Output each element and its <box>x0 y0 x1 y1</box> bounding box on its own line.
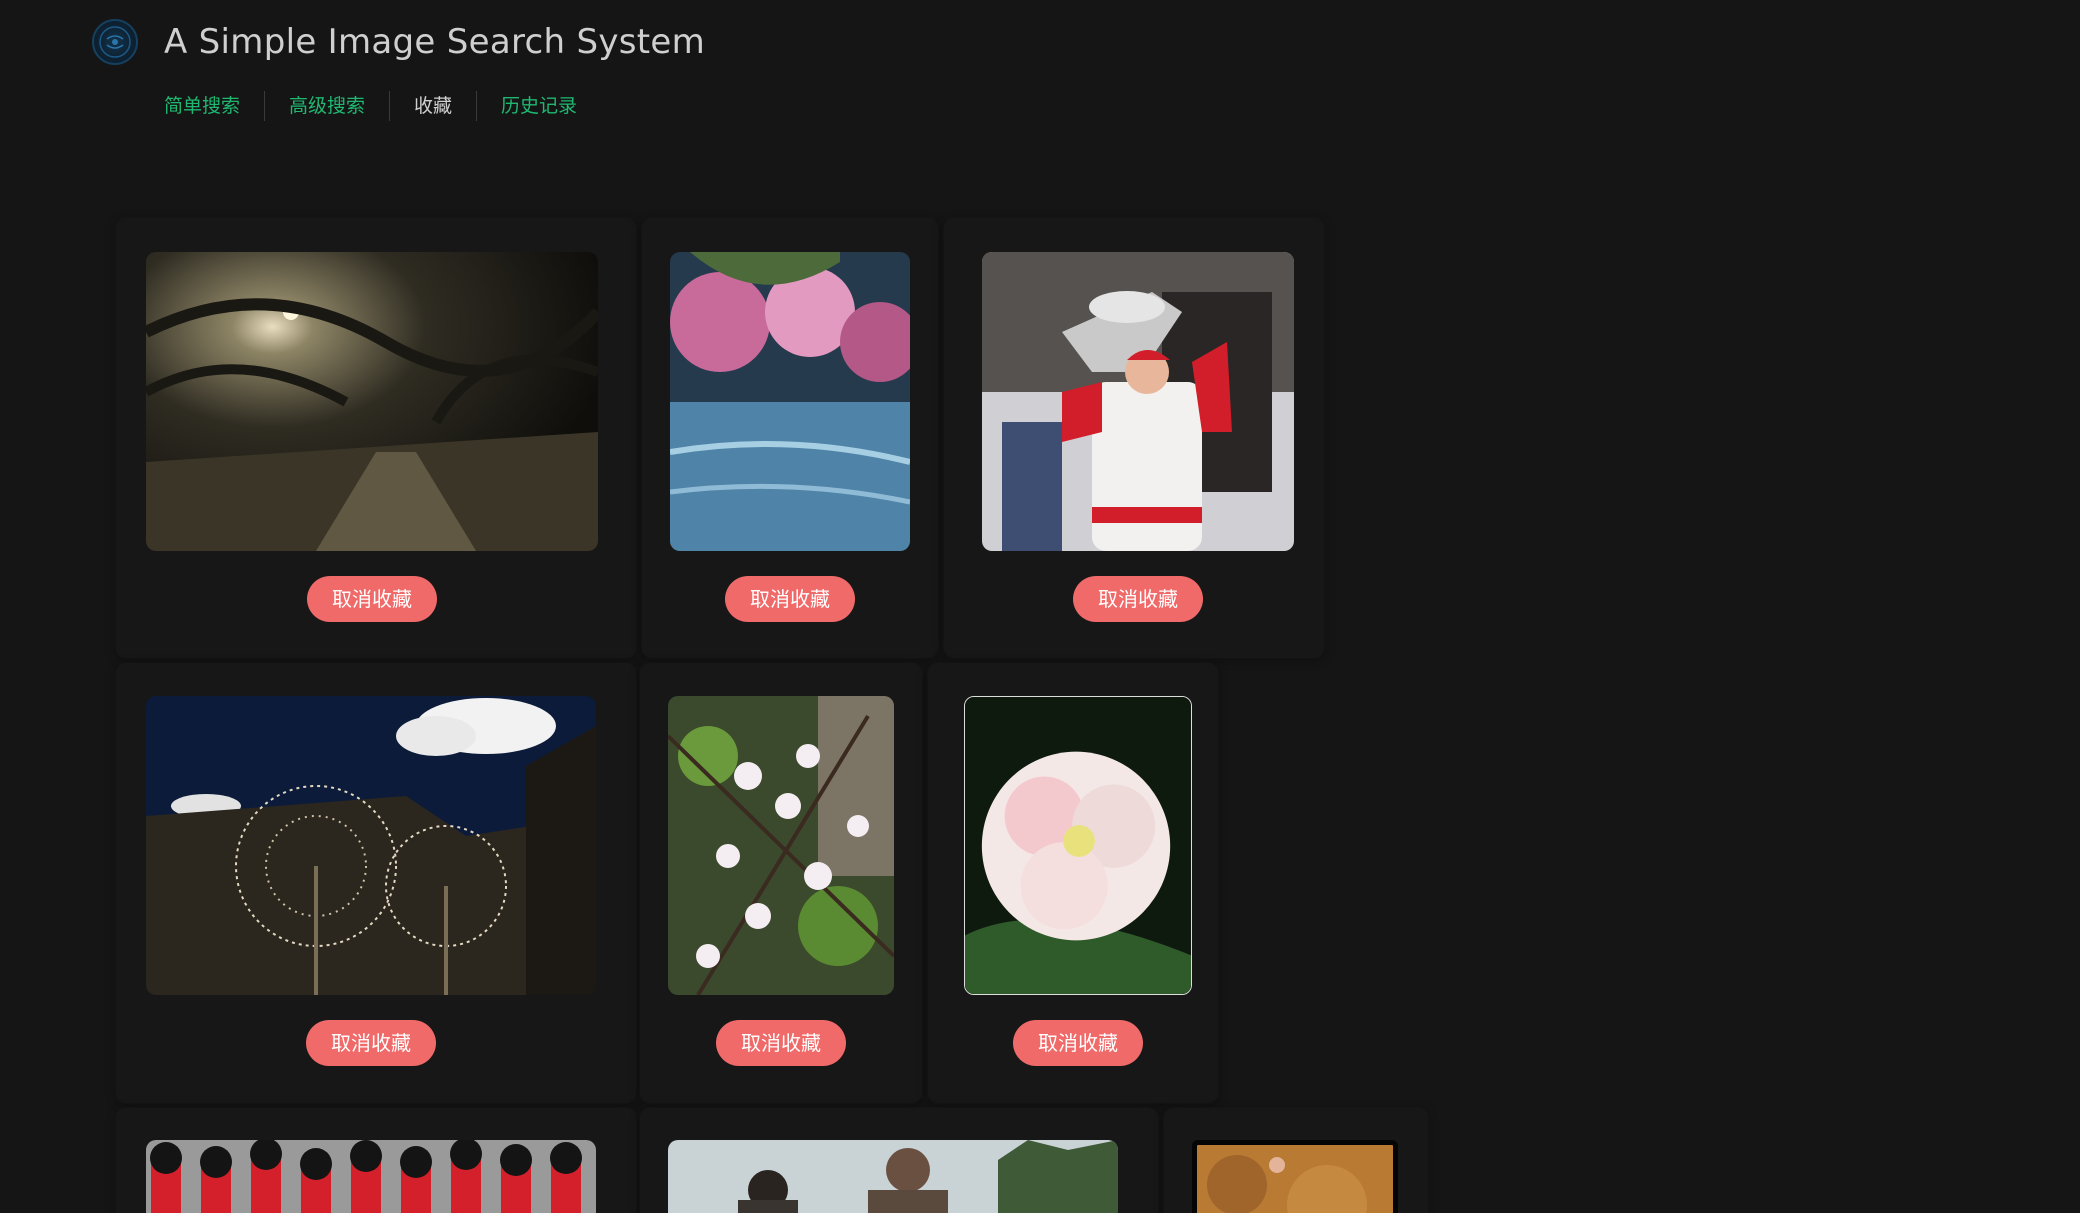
unfavorite-button[interactable]: 取消收藏 <box>716 1020 846 1066</box>
pink-peony-flower-photo[interactable] <box>964 696 1192 995</box>
unfavorite-button[interactable]: 取消收藏 <box>1073 576 1203 622</box>
nav-simple-search[interactable]: 简单搜索 <box>140 91 266 121</box>
nav-favorites[interactable]: 收藏 <box>390 91 478 121</box>
unfavorite-button[interactable]: 取消收藏 <box>306 1020 436 1066</box>
dandelion-fountain-photo[interactable] <box>146 696 596 995</box>
unfavorite-button[interactable]: 取消收藏 <box>1013 1020 1143 1066</box>
main-nav: 简单搜索 高级搜索 收藏 历史记录 <box>140 90 601 122</box>
white-blossom-branch-photo[interactable] <box>668 696 894 995</box>
app-title: A Simple Image Search System <box>164 22 706 62</box>
ecnu-logo-icon <box>92 19 138 65</box>
unfavorite-button[interactable]: 取消收藏 <box>725 576 855 622</box>
favorites-page: A Simple Image Search System 简单搜索 高级搜索 收… <box>0 0 2080 1213</box>
hockey-player-stanley-cup-photo[interactable] <box>982 252 1294 551</box>
nav-advanced-search[interactable]: 高级搜索 <box>265 91 391 121</box>
marching-guards-photo[interactable] <box>146 1140 596 1213</box>
people-outdoors-photo[interactable] <box>668 1140 1118 1213</box>
unfavorite-button[interactable]: 取消收藏 <box>307 576 437 622</box>
tree-tunnel-path-photo[interactable] <box>146 252 598 551</box>
rock-climbing-photo[interactable] <box>1192 1140 1398 1213</box>
nav-history[interactable]: 历史记录 <box>477 91 601 121</box>
cherry-blossom-lake-photo[interactable] <box>670 252 910 551</box>
